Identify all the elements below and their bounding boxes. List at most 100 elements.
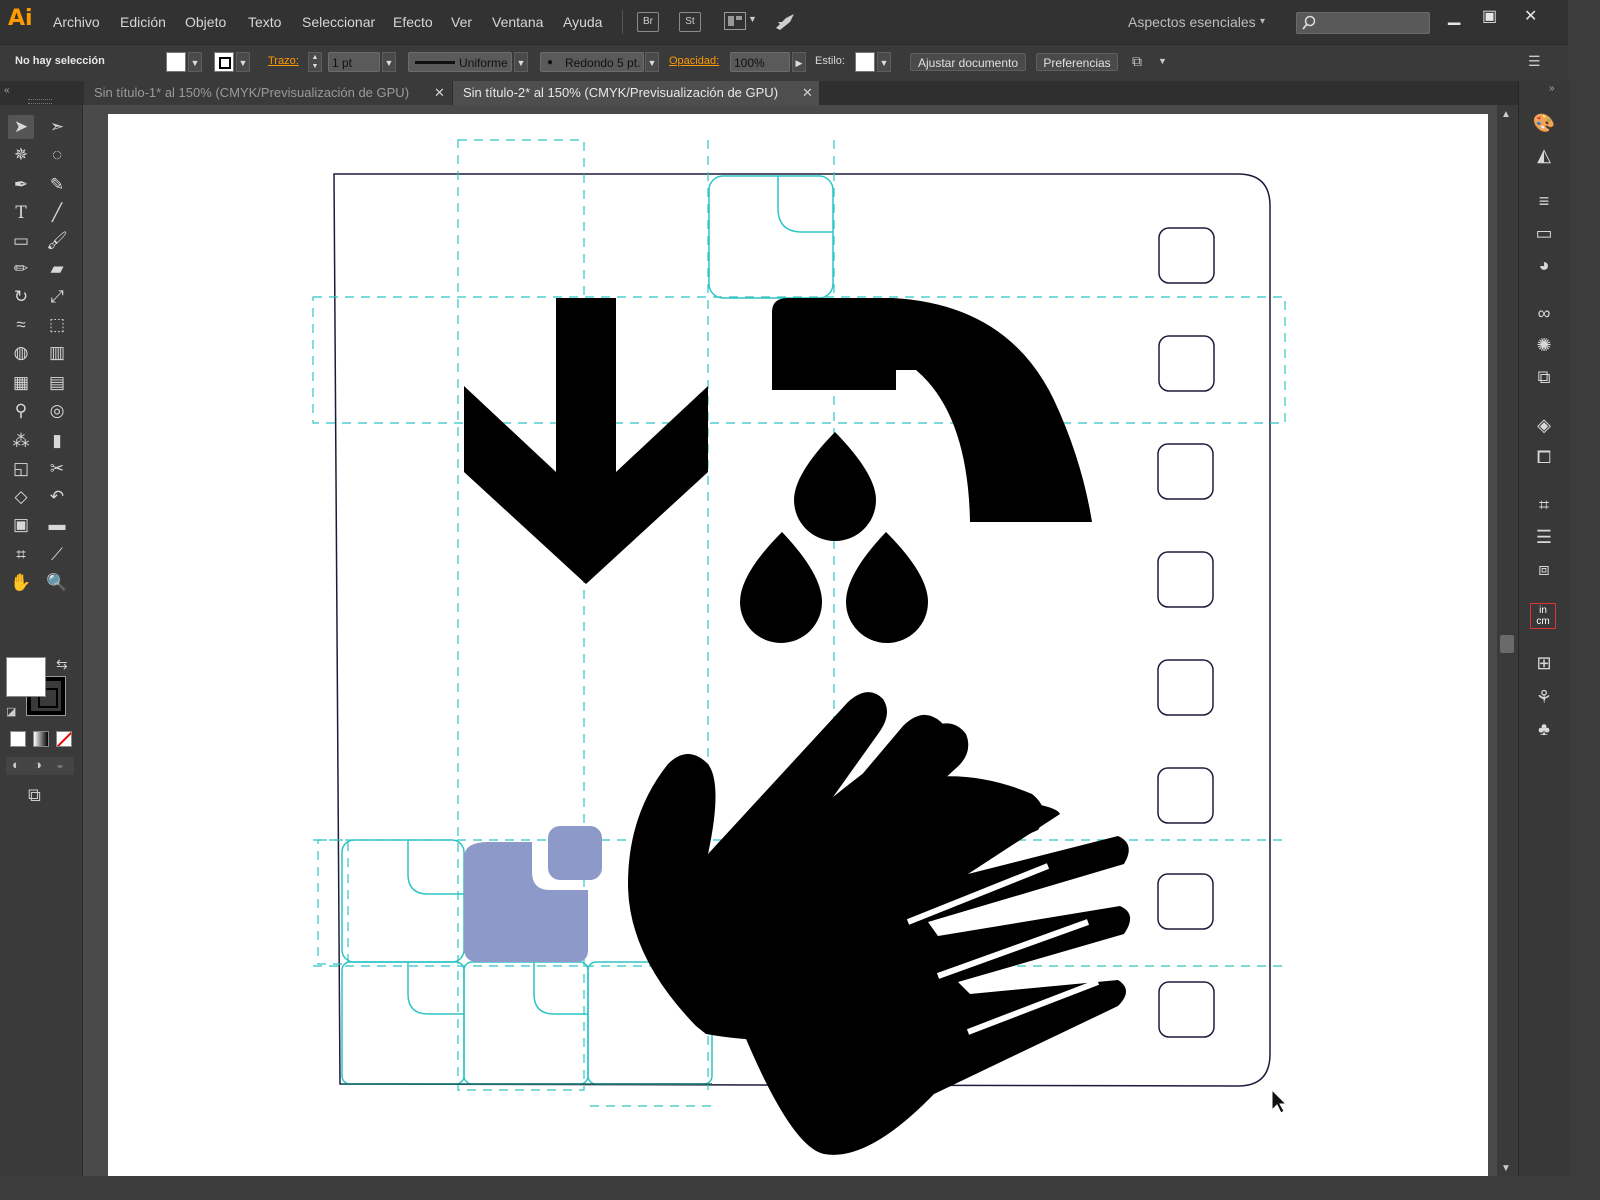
brushes-icon[interactable]: ⚘	[1531, 685, 1557, 709]
profile-dropdown-icon[interactable]: ▼	[514, 52, 528, 72]
transform-icon[interactable]: ⌗	[1531, 493, 1557, 517]
stroke-dropdown-icon[interactable]: ▼	[236, 52, 250, 72]
menu-objeto[interactable]: Objeto	[185, 14, 226, 30]
maximize-button[interactable]: ▣	[1482, 6, 1497, 26]
puppet-warp-icon[interactable]: ▣	[8, 513, 34, 537]
opacity-input[interactable]: 100%	[730, 52, 790, 72]
scroll-thumb[interactable]	[1500, 635, 1514, 653]
pencil-icon[interactable]: ✏	[8, 257, 34, 281]
preferences-button[interactable]: Preferencias	[1036, 53, 1118, 71]
zoom-icon[interactable]: 🔍	[44, 571, 70, 595]
mesh-icon[interactable]: ▦	[8, 371, 34, 395]
gradient-panel-icon[interactable]: ▭	[1531, 221, 1557, 245]
column-graph-icon[interactable]: ▮	[44, 429, 70, 453]
arrange-dropdown-icon[interactable]: ▼	[748, 14, 757, 24]
lasso-icon[interactable]: ◌	[44, 143, 70, 167]
gpu-performance-icon[interactable]	[774, 10, 796, 32]
scale-icon[interactable]: ⤢	[44, 285, 70, 309]
menu-edicion[interactable]: Edición	[120, 14, 166, 30]
rectangle-icon[interactable]: ▭	[8, 229, 34, 253]
crop-icon[interactable]: ⌗	[8, 543, 34, 567]
free-transform-icon[interactable]: ⬚	[44, 313, 70, 337]
opacity-arrow-icon[interactable]: ▶	[792, 52, 806, 72]
layers-icon[interactable]: ◈	[1531, 413, 1557, 437]
measure-icon[interactable]: ▬	[44, 513, 70, 537]
menu-texto[interactable]: Texto	[248, 14, 281, 30]
stroke-profile-select[interactable]: Uniforme	[408, 52, 512, 72]
blend-icon[interactable]: ◎	[44, 399, 70, 423]
stroke-swatch[interactable]	[214, 52, 234, 72]
menu-ventana[interactable]: Ventana	[492, 14, 543, 30]
knife-icon[interactable]: ⟋	[44, 543, 70, 567]
menu-ayuda[interactable]: Ayuda	[563, 14, 602, 30]
shape-builder-icon[interactable]: ◍	[8, 341, 34, 365]
width-icon[interactable]: ◇	[8, 485, 34, 509]
appearance-icon[interactable]: ✺	[1531, 333, 1557, 357]
symbol-sprayer-icon[interactable]: ⁂	[8, 429, 34, 453]
workspace-switcher[interactable]: Aspectos esenciales	[1128, 14, 1256, 30]
swap-colors-icon[interactable]: ⇆	[56, 656, 68, 673]
fill-dropdown-icon[interactable]: ▼	[188, 52, 202, 72]
magic-wand-icon[interactable]: ✵	[8, 143, 34, 167]
opacity-label[interactable]: Opacidad:	[669, 55, 719, 67]
stroke-weight-dropdown-icon[interactable]: ▼	[382, 52, 396, 72]
grid-icon[interactable]: ⊞	[1531, 651, 1557, 675]
artboards-icon[interactable]: ⧠	[1531, 445, 1557, 469]
pathfinder-icon[interactable]: ⧈	[1531, 557, 1557, 581]
curvature-icon[interactable]: ✎	[44, 173, 70, 197]
hand-icon[interactable]: ✋	[8, 571, 34, 595]
style-swatch[interactable]	[855, 52, 875, 72]
graphic-styles-icon[interactable]: ⧉	[1531, 365, 1557, 389]
warp-icon[interactable]: ≈	[8, 313, 34, 337]
tab-document-1[interactable]: Sin título-1* al 150% (CMYK/Previsualiza…	[84, 81, 452, 105]
close-tab-2-icon[interactable]: ✕	[802, 81, 813, 105]
default-colors-icon[interactable]: ◪	[6, 705, 16, 718]
gradient-mode-icon[interactable]	[33, 731, 49, 747]
arrange-documents-icon[interactable]	[724, 12, 746, 30]
screen-mode-icon[interactable]: ⧉	[28, 785, 41, 806]
arrange-icon[interactable]: ⧉	[1132, 53, 1142, 70]
fill-swatch[interactable]	[166, 52, 186, 72]
scroll-down-icon[interactable]: ▼	[1501, 1163, 1511, 1174]
stroke-label[interactable]: Trazo:	[268, 55, 299, 67]
search-input[interactable]	[1296, 12, 1430, 34]
transparency-icon[interactable]: ◕	[1531, 253, 1557, 277]
color-icon[interactable]: 🎨	[1531, 111, 1557, 135]
paintbrush-icon[interactable]: 🖌	[44, 229, 70, 253]
cc-libraries-icon[interactable]: ∞	[1531, 301, 1557, 325]
vertical-scrollbar[interactable]: ▲ ▼	[1497, 105, 1517, 1176]
color-mode-icon[interactable]	[10, 731, 26, 747]
arrange-dropdown-small-icon[interactable]: ▼	[1158, 56, 1167, 66]
artboard[interactable]	[108, 114, 1488, 1176]
close-tab-1-icon[interactable]: ✕	[434, 81, 445, 105]
menu-efecto[interactable]: Efecto	[393, 14, 433, 30]
fill-color-box[interactable]	[6, 657, 46, 697]
close-window-button[interactable]: ✕	[1524, 6, 1537, 26]
tab-document-2[interactable]: Sin título-2* al 150% (CMYK/Previsualiza…	[453, 81, 819, 105]
pen-icon[interactable]: ✒	[8, 173, 34, 197]
slice-icon[interactable]: ✂	[44, 457, 70, 481]
draw-normal-icon[interactable]: ◐	[12, 757, 20, 772]
selection-icon[interactable]: ➤	[8, 115, 34, 139]
units-icon[interactable]: in cm	[1530, 603, 1556, 629]
menu-seleccionar[interactable]: Seleccionar	[302, 14, 375, 30]
workspace-dropdown-icon[interactable]: ▾	[1260, 16, 1265, 27]
menu-archivo[interactable]: Archivo	[53, 14, 100, 30]
gradient-icon[interactable]: ▤	[44, 371, 70, 395]
brush-select[interactable]: ● Redondo 5 pt.	[540, 52, 644, 72]
rotate-icon[interactable]: ↻	[8, 285, 34, 309]
direct-selection-icon[interactable]: ➣	[44, 115, 70, 139]
brush-dropdown-icon[interactable]: ▼	[645, 52, 659, 72]
menu-ver[interactable]: Ver	[451, 14, 472, 30]
eyedropper-icon[interactable]: ⚲	[8, 399, 34, 423]
collapse-toolbar-icon[interactable]: «	[4, 85, 10, 96]
symbols-icon[interactable]: ♣	[1531, 717, 1557, 741]
stroke-icon[interactable]: ≡	[1531, 189, 1557, 213]
stroke-stepper-icon[interactable]: ▲ ▼	[308, 52, 322, 72]
none-mode-icon[interactable]	[56, 731, 72, 747]
align-icon[interactable]: ☰	[1531, 525, 1557, 549]
line-icon[interactable]: ╱	[44, 201, 70, 225]
artboard-icon[interactable]: ◱	[8, 457, 34, 481]
perspective-icon[interactable]: ▥	[44, 341, 70, 365]
document-setup-button[interactable]: Ajustar documento	[910, 53, 1026, 71]
